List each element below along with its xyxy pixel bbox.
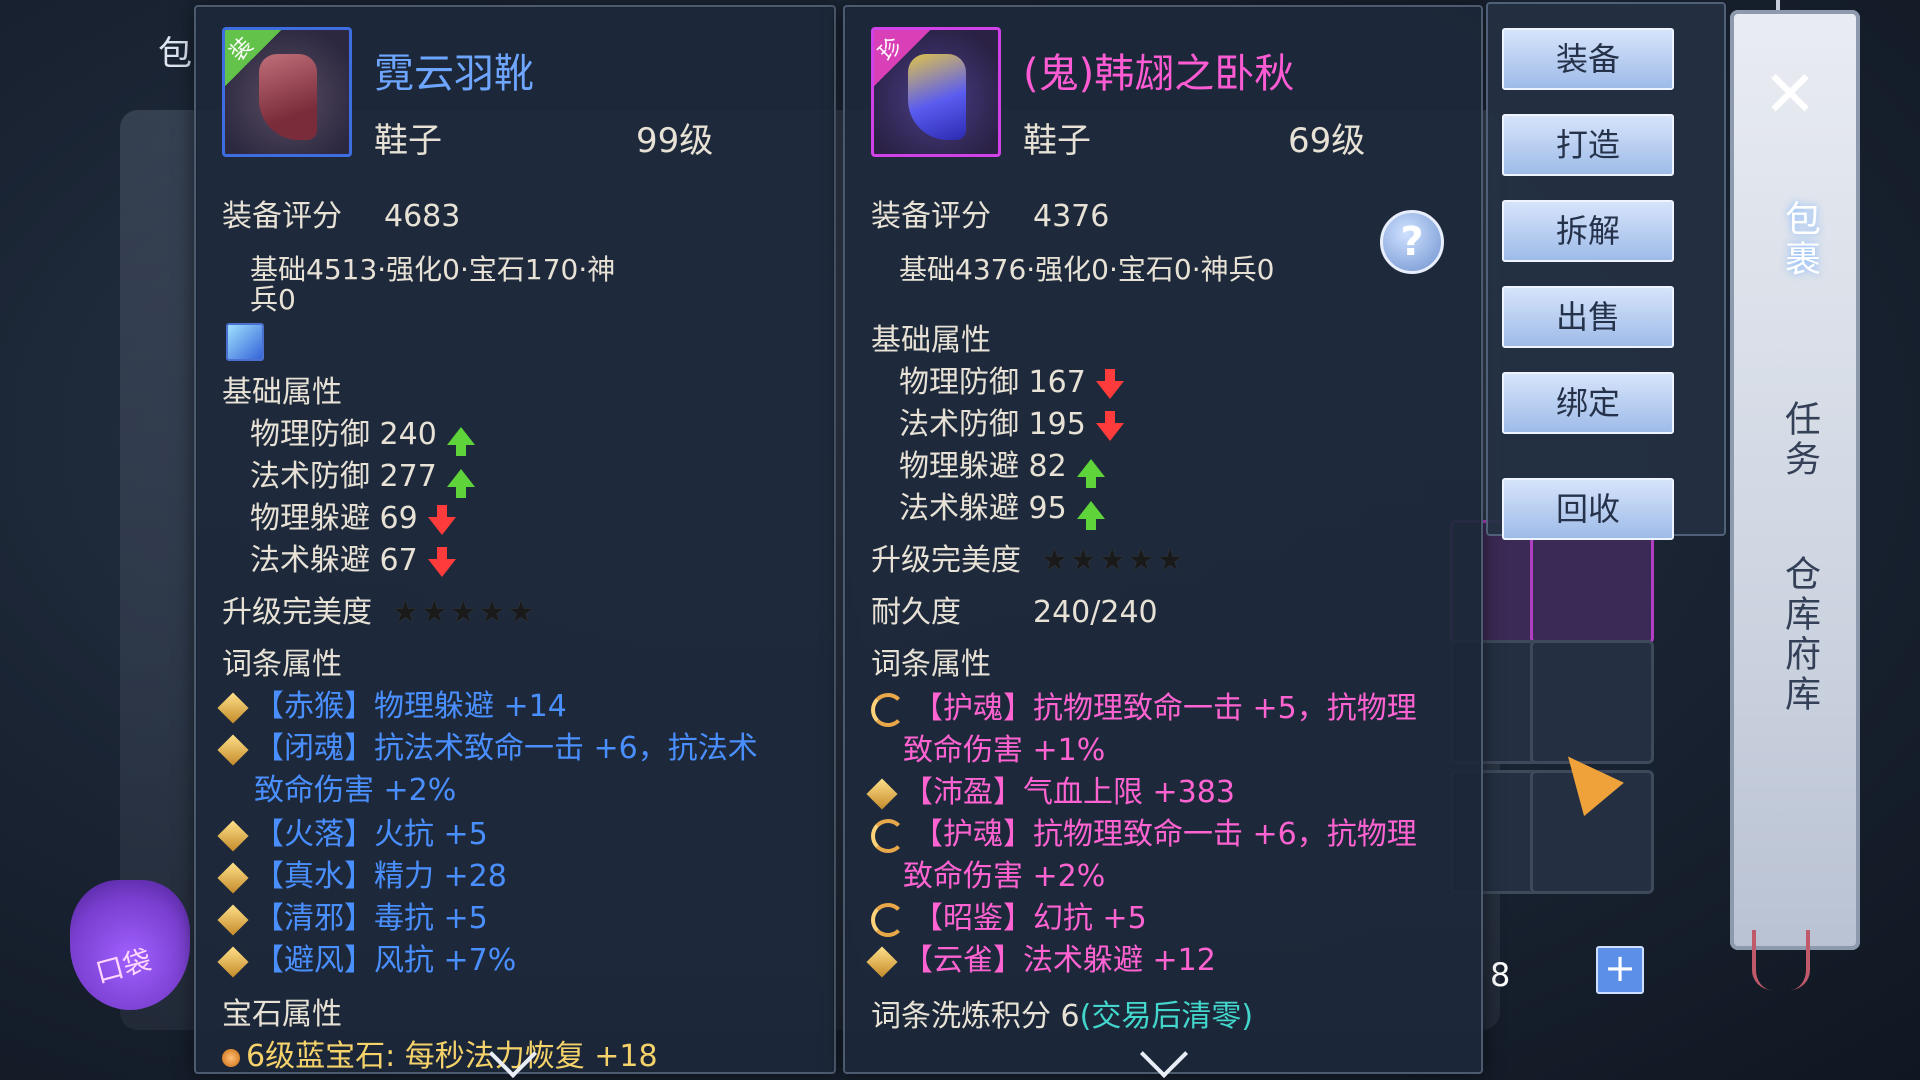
- star-rating: ★★★★★: [1041, 543, 1186, 578]
- upgrade-label: 升级完美度: [871, 543, 1021, 578]
- base-attr-row: 物理躲避 69: [250, 501, 456, 537]
- tab-quest[interactable]: 任务: [1760, 400, 1820, 480]
- diamond-icon: [866, 777, 898, 810]
- star-rating: ★★★★★: [392, 595, 537, 630]
- arrow-down-icon: [427, 504, 456, 535]
- boots-icon: [908, 54, 966, 140]
- durability-label: 耐久度: [871, 595, 961, 630]
- arrow-up-icon: [1076, 458, 1105, 488]
- item-level: 69级: [1288, 121, 1366, 161]
- base-attr-row: 法术躲避 67: [250, 543, 456, 579]
- affix-row: 【避风】风抗 +7%: [217, 941, 516, 981]
- affix-row: 【护魂】抗物理致命一击 +5，抗物理: [871, 689, 1417, 729]
- affix-row-cont: 致命伤害 +2%: [254, 773, 457, 808]
- affix-row: 【沛盈】气血上限 +383: [866, 773, 1235, 813]
- diamond-icon: [217, 945, 249, 978]
- action-button-column: 装备 打造 拆解 出售 绑定 回收: [1486, 2, 1726, 540]
- bag-header-glyph: 包: [158, 34, 192, 74]
- affix-row: 【护魂】抗物理致命一击 +6，抗物理: [871, 815, 1417, 855]
- sell-button[interactable]: 出售: [1502, 286, 1674, 348]
- equipped-item-tooltip: 装 霓云羽靴 鞋子 99级 装备评分 4683 基础4513·强化0·宝石170…: [194, 5, 836, 1079]
- side-tab-scroll: [1730, 10, 1860, 950]
- equip-button[interactable]: 装备: [1502, 28, 1674, 90]
- gem-slot-icon: [226, 323, 264, 361]
- quantity-field[interactable]: 8: [1490, 950, 1600, 1000]
- arrow-up-icon: [1076, 500, 1105, 530]
- score-value: 4683: [384, 199, 461, 234]
- diamond-icon: [217, 819, 249, 852]
- scroll-down-chevron-icon[interactable]: [1139, 1029, 1189, 1079]
- diamond-icon: [217, 691, 249, 724]
- diamond-icon: [217, 861, 249, 894]
- gem-attr-row: 6级蓝宝石: 每秒法力恢复 +18: [222, 1039, 658, 1075]
- base-attr-row: 法术躲避 95: [899, 491, 1105, 530]
- affix-row-cont: 致命伤害 +2%: [903, 859, 1106, 894]
- refine-points: 词条洗炼积分 6(交易后清零): [871, 999, 1254, 1034]
- swirl-icon: [871, 692, 905, 727]
- tassel-icon: [1752, 930, 1810, 990]
- inventory-grid: [1450, 480, 1710, 900]
- diamond-icon: [217, 903, 249, 936]
- affix-row-cont: 致命伤害 +1%: [903, 733, 1106, 768]
- item-type: 鞋子: [1023, 121, 1091, 161]
- diamond-icon: [866, 945, 898, 978]
- help-icon[interactable]: ?: [1380, 210, 1444, 274]
- affix-row: 【云雀】法术躲避 +12: [866, 941, 1216, 981]
- swirl-icon: [871, 902, 905, 937]
- item-name: 霓云羽靴: [374, 51, 534, 97]
- item-icon-boots: 装: [222, 27, 352, 157]
- item-type: 鞋子: [374, 121, 442, 161]
- base-attr-row: 法术防御 195: [899, 407, 1124, 443]
- swirl-icon: [871, 818, 905, 853]
- affix-row: 【真水】精力 +28: [217, 857, 507, 897]
- boots-icon: [259, 54, 317, 140]
- tab-warehouse[interactable]: 仓库府库: [1760, 555, 1820, 715]
- upgrade-label: 升级完美度: [222, 595, 372, 630]
- score-breakdown: 基础4513·强化0·宝石170·神兵0: [250, 253, 616, 316]
- base-attr-row: 物理防御 167: [899, 365, 1124, 401]
- score-label: 装备评分: [222, 199, 342, 234]
- base-attr-row: 物理躲避 82: [899, 449, 1105, 488]
- item-icon-boots: 珍: [871, 27, 1001, 157]
- score-breakdown: 基础4376·强化0·宝石0·神兵0: [899, 253, 1275, 286]
- forge-button[interactable]: 打造: [1502, 114, 1674, 176]
- base-attr-row: 物理防御 240: [250, 417, 475, 456]
- affix-title: 词条属性: [222, 647, 342, 682]
- item-level: 99级: [636, 121, 714, 161]
- base-attr-title: 基础属性: [871, 323, 991, 358]
- arrow-up-icon: [446, 468, 475, 498]
- close-icon[interactable]: ✕: [1755, 58, 1825, 132]
- arrow-down-icon: [1095, 368, 1124, 399]
- base-attr-title: 基础属性: [222, 375, 342, 410]
- selected-item-tooltip: 珍 (鬼)韩翃之卧秋 鞋子 69级 装备评分 4376 基础4376·强化0·宝…: [843, 5, 1483, 1079]
- refine-note: (交易后清零): [1079, 999, 1254, 1034]
- score-label: 装备评分: [871, 199, 991, 234]
- base-attr-row: 法术防御 277: [250, 459, 475, 498]
- affix-row: 【闭魂】抗法术致命一击 +6，抗法术: [217, 729, 758, 769]
- affix-row: 【赤猴】物理躲避 +14: [217, 687, 567, 727]
- item-name: (鬼)韩翃之卧秋: [1023, 51, 1295, 97]
- quantity-plus-button[interactable]: +: [1596, 946, 1644, 994]
- affix-row: 【昭鉴】幻抗 +5: [871, 899, 1147, 939]
- dismantle-button[interactable]: 拆解: [1502, 200, 1674, 262]
- affix-row: 【清邪】毒抗 +5: [217, 899, 488, 939]
- affix-title: 词条属性: [871, 647, 991, 682]
- recycle-button[interactable]: 回收: [1502, 478, 1674, 540]
- score-value: 4376: [1033, 199, 1110, 234]
- arrow-down-icon: [427, 546, 456, 577]
- arrow-down-icon: [1095, 410, 1124, 441]
- gem-dot-icon: [222, 1048, 240, 1067]
- diamond-icon: [217, 733, 249, 766]
- bind-button[interactable]: 绑定: [1502, 372, 1674, 434]
- durability-value: 240/240: [1033, 595, 1158, 630]
- arrow-up-icon: [446, 426, 475, 456]
- gem-attr-title: 宝石属性: [222, 997, 342, 1032]
- tab-bag[interactable]: 包裹: [1760, 200, 1820, 280]
- affix-row: 【火落】火抗 +5: [217, 815, 488, 855]
